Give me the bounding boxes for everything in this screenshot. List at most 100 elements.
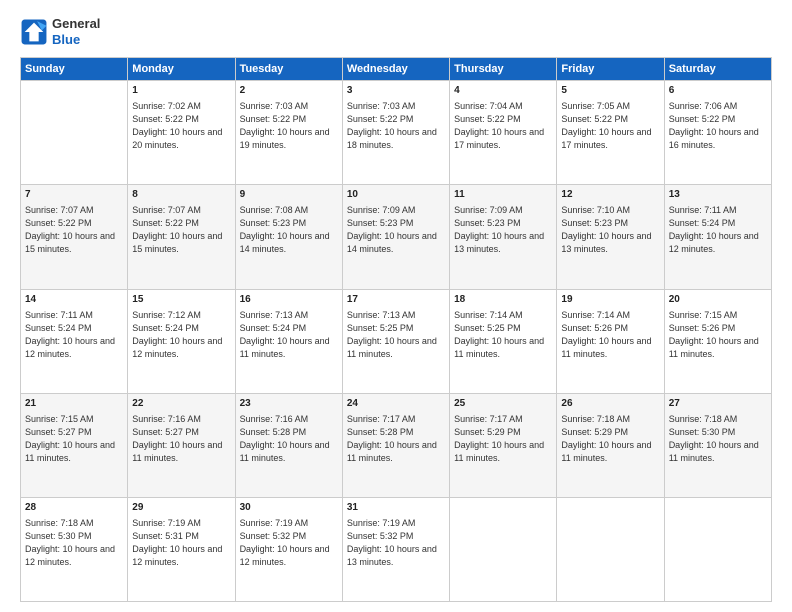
day-detail: Sunrise: 7:16 AM Sunset: 5:27 PM Dayligh… (132, 413, 230, 465)
col-header-sunday: Sunday (21, 58, 128, 81)
cell-w3-d4: 25Sunrise: 7:17 AM Sunset: 5:29 PM Dayli… (450, 393, 557, 497)
day-detail: Sunrise: 7:17 AM Sunset: 5:29 PM Dayligh… (454, 413, 552, 465)
col-header-friday: Friday (557, 58, 664, 81)
day-detail: Sunrise: 7:16 AM Sunset: 5:28 PM Dayligh… (240, 413, 338, 465)
col-header-wednesday: Wednesday (342, 58, 449, 81)
cell-w1-d3: 10 Sunrise: 7:09 AM Sunset: 5:23 PM Dayli… (342, 185, 449, 289)
cell-w4-d0: 28 Sunrise: 7:18 AM Sunset: 5:30 PM Dayli… (21, 497, 128, 601)
cell-w2-d1: 15 Sunrise: 7:12 AM Sunset: 5:24 PM Dayli… (128, 289, 235, 393)
cell-w3-d0: 21 Sunrise: 7:15 AM Sunset: 5:27 PM Dayli… (21, 393, 128, 497)
day-detail: Sunrise: 7:03 AM Sunset: 5:22 PM Dayligh… (347, 100, 445, 152)
day-number: 9 (240, 188, 338, 202)
day-number: 1 (132, 84, 230, 98)
cell-w4-d1: 29 Sunrise: 7:19 AM Sunset: 5:31 PM Dayli… (128, 497, 235, 601)
day-number: 16 (240, 293, 338, 307)
day-detail: Sunrise: 7:14 AM Sunset: 5:26 PM Dayligh… (561, 309, 659, 361)
day-detail: Sunrise: 7:06 AM Sunset: 5:22 PM Dayligh… (669, 100, 767, 152)
day-number: 30 (240, 501, 338, 515)
cell-w0-d6: 6 Sunrise: 7:06 AM Sunset: 5:22 PM Daylig… (664, 81, 771, 185)
cell-w2-d4: 18 Sunrise: 7:14 AM Sunset: 5:25 PM Dayli… (450, 289, 557, 393)
cell-w4-d3: 31Sunrise: 7:19 AM Sunset: 5:32 PM Dayli… (342, 497, 449, 601)
day-detail: Sunrise: 7:08 AM Sunset: 5:23 PM Dayligh… (240, 204, 338, 256)
day-detail: Sunrise: 7:19 AM Sunset: 5:32 PM Dayligh… (347, 517, 445, 569)
cell-w3-d1: 22 Sunrise: 7:16 AM Sunset: 5:27 PM Dayli… (128, 393, 235, 497)
day-number: 8 (132, 188, 230, 202)
day-detail: Sunrise: 7:11 AM Sunset: 5:24 PM Dayligh… (25, 309, 123, 361)
day-detail: Sunrise: 7:18 AM Sunset: 5:29 PM Dayligh… (561, 413, 659, 465)
day-number: 7 (25, 188, 123, 202)
day-number: 24 (347, 397, 445, 411)
page: General Blue SundayMondayTuesdayWednesda… (0, 0, 792, 612)
cell-w2-d0: 14 Sunrise: 7:11 AM Sunset: 5:24 PM Dayli… (21, 289, 128, 393)
cell-w0-d3: 3 Sunrise: 7:03 AM Sunset: 5:22 PM Daylig… (342, 81, 449, 185)
day-detail: Sunrise: 7:07 AM Sunset: 5:22 PM Dayligh… (25, 204, 123, 256)
col-header-thursday: Thursday (450, 58, 557, 81)
cell-w2-d6: 20 Sunrise: 7:15 AM Sunset: 5:26 PM Dayli… (664, 289, 771, 393)
calendar-table: SundayMondayTuesdayWednesdayThursdayFrid… (20, 57, 772, 602)
day-detail: Sunrise: 7:15 AM Sunset: 5:27 PM Dayligh… (25, 413, 123, 465)
day-number: 18 (454, 293, 552, 307)
header-row: SundayMondayTuesdayWednesdayThursdayFrid… (21, 58, 772, 81)
day-number: 20 (669, 293, 767, 307)
day-detail: Sunrise: 7:10 AM Sunset: 5:23 PM Dayligh… (561, 204, 659, 256)
day-number: 21 (25, 397, 123, 411)
day-number: 12 (561, 188, 659, 202)
cell-w0-d5: 5Sunrise: 7:05 AM Sunset: 5:22 PM Daylig… (557, 81, 664, 185)
day-number: 28 (25, 501, 123, 515)
cell-w3-d5: 26Sunrise: 7:18 AM Sunset: 5:29 PM Dayli… (557, 393, 664, 497)
day-number: 22 (132, 397, 230, 411)
day-detail: Sunrise: 7:02 AM Sunset: 5:22 PM Dayligh… (132, 100, 230, 152)
cell-w1-d6: 13Sunrise: 7:11 AM Sunset: 5:24 PM Dayli… (664, 185, 771, 289)
cell-w2-d5: 19 Sunrise: 7:14 AM Sunset: 5:26 PM Dayli… (557, 289, 664, 393)
cell-w1-d0: 7 Sunrise: 7:07 AM Sunset: 5:22 PM Daylig… (21, 185, 128, 289)
day-number: 15 (132, 293, 230, 307)
cell-w0-d2: 2Sunrise: 7:03 AM Sunset: 5:22 PM Daylig… (235, 81, 342, 185)
day-detail: Sunrise: 7:18 AM Sunset: 5:30 PM Dayligh… (25, 517, 123, 569)
day-number: 19 (561, 293, 659, 307)
day-number: 27 (669, 397, 767, 411)
day-number: 6 (669, 84, 767, 98)
cell-w3-d6: 27 Sunrise: 7:18 AM Sunset: 5:30 PM Dayli… (664, 393, 771, 497)
day-number: 4 (454, 84, 552, 98)
col-header-monday: Monday (128, 58, 235, 81)
day-detail: Sunrise: 7:03 AM Sunset: 5:22 PM Dayligh… (240, 100, 338, 152)
day-number: 5 (561, 84, 659, 98)
week-row-4: 28 Sunrise: 7:18 AM Sunset: 5:30 PM Dayli… (21, 497, 772, 601)
day-detail: Sunrise: 7:18 AM Sunset: 5:30 PM Dayligh… (669, 413, 767, 465)
cell-w2-d3: 17 Sunrise: 7:13 AM Sunset: 5:25 PM Dayli… (342, 289, 449, 393)
day-number: 14 (25, 293, 123, 307)
day-number: 10 (347, 188, 445, 202)
cell-w4-d4 (450, 497, 557, 601)
week-row-2: 14 Sunrise: 7:11 AM Sunset: 5:24 PM Dayli… (21, 289, 772, 393)
day-detail: Sunrise: 7:15 AM Sunset: 5:26 PM Dayligh… (669, 309, 767, 361)
day-detail: Sunrise: 7:19 AM Sunset: 5:31 PM Dayligh… (132, 517, 230, 569)
cell-w0-d4: 4 Sunrise: 7:04 AM Sunset: 5:22 PM Daylig… (450, 81, 557, 185)
day-number: 11 (454, 188, 552, 202)
day-detail: Sunrise: 7:14 AM Sunset: 5:25 PM Dayligh… (454, 309, 552, 361)
day-detail: Sunrise: 7:12 AM Sunset: 5:24 PM Dayligh… (132, 309, 230, 361)
cell-w1-d2: 9 Sunrise: 7:08 AM Sunset: 5:23 PM Daylig… (235, 185, 342, 289)
col-header-tuesday: Tuesday (235, 58, 342, 81)
cell-w1-d5: 12 Sunrise: 7:10 AM Sunset: 5:23 PM Dayli… (557, 185, 664, 289)
cell-w2-d2: 16 Sunrise: 7:13 AM Sunset: 5:24 PM Dayli… (235, 289, 342, 393)
day-number: 29 (132, 501, 230, 515)
day-detail: Sunrise: 7:09 AM Sunset: 5:23 PM Dayligh… (347, 204, 445, 256)
col-header-saturday: Saturday (664, 58, 771, 81)
week-row-3: 21 Sunrise: 7:15 AM Sunset: 5:27 PM Dayli… (21, 393, 772, 497)
day-detail: Sunrise: 7:13 AM Sunset: 5:25 PM Dayligh… (347, 309, 445, 361)
day-detail: Sunrise: 7:13 AM Sunset: 5:24 PM Dayligh… (240, 309, 338, 361)
cell-w3-d3: 24Sunrise: 7:17 AM Sunset: 5:28 PM Dayli… (342, 393, 449, 497)
cell-w4-d2: 30Sunrise: 7:19 AM Sunset: 5:32 PM Dayli… (235, 497, 342, 601)
header: General Blue (20, 16, 772, 47)
cell-w1-d4: 11Sunrise: 7:09 AM Sunset: 5:23 PM Dayli… (450, 185, 557, 289)
day-number: 17 (347, 293, 445, 307)
day-detail: Sunrise: 7:07 AM Sunset: 5:22 PM Dayligh… (132, 204, 230, 256)
day-number: 3 (347, 84, 445, 98)
day-detail: Sunrise: 7:04 AM Sunset: 5:22 PM Dayligh… (454, 100, 552, 152)
logo-icon (20, 18, 48, 46)
cell-w0-d0 (21, 81, 128, 185)
cell-w4-d6 (664, 497, 771, 601)
cell-w3-d2: 23Sunrise: 7:16 AM Sunset: 5:28 PM Dayli… (235, 393, 342, 497)
week-row-0: 1 Sunrise: 7:02 AM Sunset: 5:22 PM Daylig… (21, 81, 772, 185)
cell-w0-d1: 1 Sunrise: 7:02 AM Sunset: 5:22 PM Daylig… (128, 81, 235, 185)
